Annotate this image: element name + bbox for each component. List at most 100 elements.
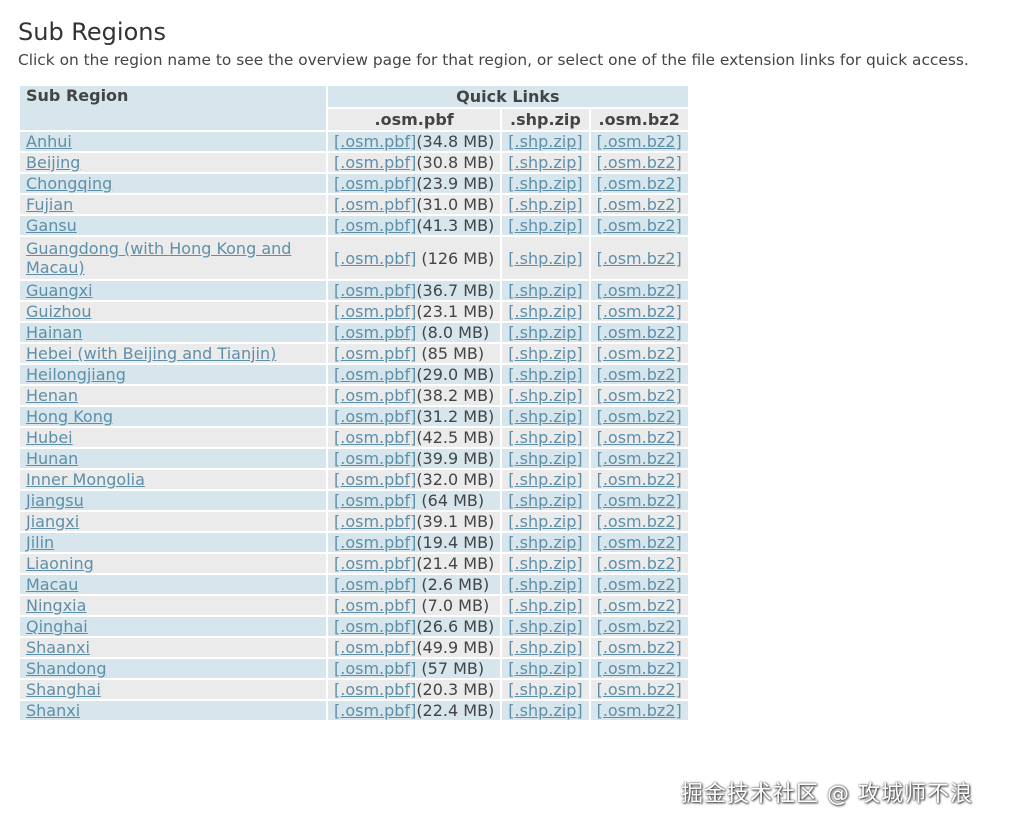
bz2-download-link[interactable]: [.osm.bz2] [597,680,682,699]
pbf-download-link[interactable]: [.osm.pbf] [334,132,416,151]
pbf-download-link[interactable]: [.osm.pbf] [334,344,416,363]
shp-download-link[interactable]: [.shp.zip] [508,554,582,573]
shp-download-link[interactable]: [.shp.zip] [508,449,582,468]
region-link[interactable]: Heilongjiang [26,365,126,384]
shp-download-link[interactable]: [.shp.zip] [508,281,582,300]
region-link[interactable]: Hunan [26,449,78,468]
shp-download-link[interactable]: [.shp.zip] [508,659,582,678]
shp-download-link[interactable]: [.shp.zip] [508,533,582,552]
region-link[interactable]: Gansu [26,216,77,235]
region-link[interactable]: Hubei [26,428,73,447]
shp-download-link[interactable]: [.shp.zip] [508,512,582,531]
pbf-download-link[interactable]: [.osm.pbf] [334,554,416,573]
region-link[interactable]: Anhui [26,132,72,151]
bz2-download-link[interactable]: [.osm.bz2] [597,659,682,678]
shp-download-link[interactable]: [.shp.zip] [508,174,582,193]
bz2-download-link[interactable]: [.osm.bz2] [597,365,682,384]
region-link[interactable]: Shanghai [26,680,101,699]
shp-download-link[interactable]: [.shp.zip] [508,216,582,235]
pbf-download-link[interactable]: [.osm.pbf] [334,659,416,678]
shp-download-link[interactable]: [.shp.zip] [508,638,582,657]
bz2-download-link[interactable]: [.osm.bz2] [597,470,682,489]
shp-download-link[interactable]: [.shp.zip] [508,365,582,384]
bz2-download-link[interactable]: [.osm.bz2] [597,386,682,405]
pbf-download-link[interactable]: [.osm.pbf] [334,407,416,426]
bz2-download-link[interactable]: [.osm.bz2] [597,323,682,342]
shp-download-link[interactable]: [.shp.zip] [508,153,582,172]
pbf-download-link[interactable]: [.osm.pbf] [334,323,416,342]
shp-download-link[interactable]: [.shp.zip] [508,470,582,489]
region-link[interactable]: Fujian [26,195,73,214]
shp-download-link[interactable]: [.shp.zip] [508,249,582,268]
shp-download-link[interactable]: [.shp.zip] [508,132,582,151]
region-link[interactable]: Jiangxi [26,512,79,531]
shp-download-link[interactable]: [.shp.zip] [508,428,582,447]
pbf-download-link[interactable]: [.osm.pbf] [334,216,416,235]
region-link[interactable]: Guangdong (with Hong Kong and Macau) [26,239,291,277]
bz2-download-link[interactable]: [.osm.bz2] [597,216,682,235]
shp-download-link[interactable]: [.shp.zip] [508,386,582,405]
shp-download-link[interactable]: [.shp.zip] [508,302,582,321]
bz2-download-link[interactable]: [.osm.bz2] [597,449,682,468]
pbf-download-link[interactable]: [.osm.pbf] [334,195,416,214]
pbf-download-link[interactable]: [.osm.pbf] [334,680,416,699]
pbf-download-link[interactable]: [.osm.pbf] [334,153,416,172]
shp-download-link[interactable]: [.shp.zip] [508,575,582,594]
bz2-download-link[interactable]: [.osm.bz2] [597,132,682,151]
region-link[interactable]: Shaanxi [26,638,90,657]
bz2-download-link[interactable]: [.osm.bz2] [597,344,682,363]
pbf-download-link[interactable]: [.osm.pbf] [334,302,416,321]
bz2-download-link[interactable]: [.osm.bz2] [597,596,682,615]
shp-download-link[interactable]: [.shp.zip] [508,701,582,720]
region-link[interactable]: Jilin [26,533,54,552]
pbf-download-link[interactable]: [.osm.pbf] [334,249,416,268]
region-link[interactable]: Guizhou [26,302,91,321]
region-link[interactable]: Hong Kong [26,407,113,426]
bz2-download-link[interactable]: [.osm.bz2] [597,195,682,214]
region-link[interactable]: Beijing [26,153,80,172]
bz2-download-link[interactable]: [.osm.bz2] [597,302,682,321]
region-link[interactable]: Jiangsu [26,491,84,510]
pbf-download-link[interactable]: [.osm.pbf] [334,512,416,531]
bz2-download-link[interactable]: [.osm.bz2] [597,701,682,720]
pbf-download-link[interactable]: [.osm.pbf] [334,533,416,552]
region-link[interactable]: Hebei (with Beijing and Tianjin) [26,344,276,363]
pbf-download-link[interactable]: [.osm.pbf] [334,701,416,720]
shp-download-link[interactable]: [.shp.zip] [508,323,582,342]
shp-download-link[interactable]: [.shp.zip] [508,596,582,615]
region-link[interactable]: Hainan [26,323,82,342]
region-link[interactable]: Ningxia [26,596,86,615]
bz2-download-link[interactable]: [.osm.bz2] [597,491,682,510]
pbf-download-link[interactable]: [.osm.pbf] [334,638,416,657]
shp-download-link[interactable]: [.shp.zip] [508,407,582,426]
pbf-download-link[interactable]: [.osm.pbf] [334,617,416,636]
pbf-download-link[interactable]: [.osm.pbf] [334,174,416,193]
bz2-download-link[interactable]: [.osm.bz2] [597,617,682,636]
shp-download-link[interactable]: [.shp.zip] [508,195,582,214]
shp-download-link[interactable]: [.shp.zip] [508,617,582,636]
region-link[interactable]: Chongqing [26,174,112,193]
bz2-download-link[interactable]: [.osm.bz2] [597,174,682,193]
pbf-download-link[interactable]: [.osm.pbf] [334,596,416,615]
region-link[interactable]: Guangxi [26,281,93,300]
bz2-download-link[interactable]: [.osm.bz2] [597,249,682,268]
bz2-download-link[interactable]: [.osm.bz2] [597,428,682,447]
shp-download-link[interactable]: [.shp.zip] [508,491,582,510]
pbf-download-link[interactable]: [.osm.pbf] [334,575,416,594]
region-link[interactable]: Qinghai [26,617,88,636]
pbf-download-link[interactable]: [.osm.pbf] [334,428,416,447]
pbf-download-link[interactable]: [.osm.pbf] [334,491,416,510]
region-link[interactable]: Liaoning [26,554,94,573]
bz2-download-link[interactable]: [.osm.bz2] [597,407,682,426]
shp-download-link[interactable]: [.shp.zip] [508,680,582,699]
pbf-download-link[interactable]: [.osm.pbf] [334,365,416,384]
region-link[interactable]: Inner Mongolia [26,470,145,489]
region-link[interactable]: Shanxi [26,701,80,720]
bz2-download-link[interactable]: [.osm.bz2] [597,554,682,573]
pbf-download-link[interactable]: [.osm.pbf] [334,470,416,489]
pbf-download-link[interactable]: [.osm.pbf] [334,386,416,405]
bz2-download-link[interactable]: [.osm.bz2] [597,575,682,594]
bz2-download-link[interactable]: [.osm.bz2] [597,512,682,531]
bz2-download-link[interactable]: [.osm.bz2] [597,533,682,552]
region-link[interactable]: Henan [26,386,78,405]
